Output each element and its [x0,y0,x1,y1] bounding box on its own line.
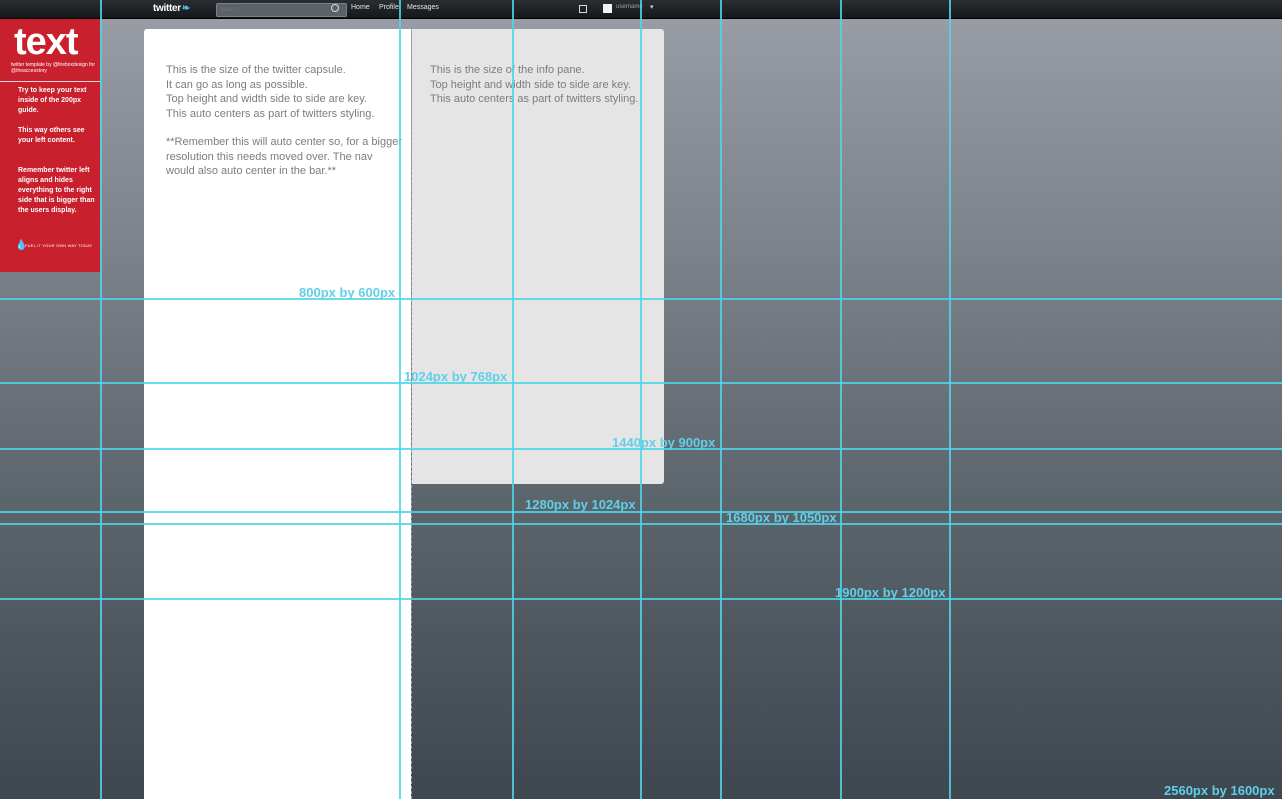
capsule-note: **Remember this will auto center so, for… [166,135,402,179]
username-label[interactable]: username [616,4,643,10]
search-input[interactable] [216,3,347,17]
guide-label: 1024px by 768px [404,369,508,384]
guide-label: 1680px by 1050px [726,510,837,525]
guide-line-horizontal [0,598,1282,600]
guide-line-vertical [720,0,722,799]
guide-line-horizontal [0,298,1282,300]
guide-line-horizontal [0,382,1282,384]
sidebar-panel: text twitter template by @fireboxdesign … [0,19,100,272]
info-line: Top height and width side to side are ke… [430,78,631,91]
twitter-logo[interactable]: twitter❧ [153,3,190,14]
nav-home-link[interactable]: Home [351,4,370,11]
sidebar-paragraph: Remember twitter left aligns and hides e… [18,167,95,214]
chevron-down-icon[interactable]: ▾ [650,3,654,11]
sidebar-footer: FUEL IT YOUR OWN WAY TODAY [25,243,93,248]
info-pane-text: This is the size of the info pane. Top h… [430,63,638,107]
capsule-note-line: **Remember this will auto center so, for… [166,136,402,148]
guide-line-vertical [512,0,514,799]
capsule-note-line: resolution this needs moved over. The na… [166,150,373,163]
guide-line-vertical [399,0,401,799]
nav-messages-link[interactable]: Messages [407,4,439,11]
bird-icon: ❧ [181,3,190,14]
capsule-line: This auto centers as part of twitters st… [166,107,375,120]
guide-line-horizontal [0,523,1282,525]
nav-profile-link[interactable]: Profile [379,4,399,11]
logo-text: twitter [153,3,181,14]
sidebar-paragraph: Try to keep your text inside of the 200p… [18,87,87,114]
guide-line-vertical [100,0,102,799]
sidebar-divider [0,81,100,82]
sidebar-subtitle: twitter template by @fireboxdesign for @… [11,62,96,74]
guide-line-vertical [949,0,951,799]
capsule-line: Top height and width side to side are ke… [166,93,367,105]
compose-icon[interactable] [579,5,587,13]
sidebar-title: text [14,21,79,63]
info-line: This auto centers as part of twitters st… [430,93,639,105]
capsule-divider [411,29,412,799]
capsule-note-line: would also auto center in the bar.** [166,165,337,177]
capsule-text: This is the size of the twitter capsule.… [166,63,374,121]
sidebar-paragraph: This way others see your left content. [18,127,85,144]
guide-line-vertical [840,0,842,799]
guide-label: 2560px by 1600px [1164,783,1275,798]
guide-label: 1900px by 1200px [835,585,946,600]
search-icon[interactable] [331,4,339,12]
guide-label: 1280px by 1024px [525,497,636,512]
guide-line-horizontal [0,511,1282,513]
capsule-line: This is the size of the twitter capsule. [166,64,346,76]
capsule-line: It can go as long as possible. [166,78,308,91]
guide-line-vertical [640,0,642,799]
guide-label: 800px by 600px [299,285,396,300]
info-line: This is the size of the info pane. [430,64,585,76]
avatar[interactable] [603,4,612,13]
guide-label: 1440px by 900px [612,435,716,450]
